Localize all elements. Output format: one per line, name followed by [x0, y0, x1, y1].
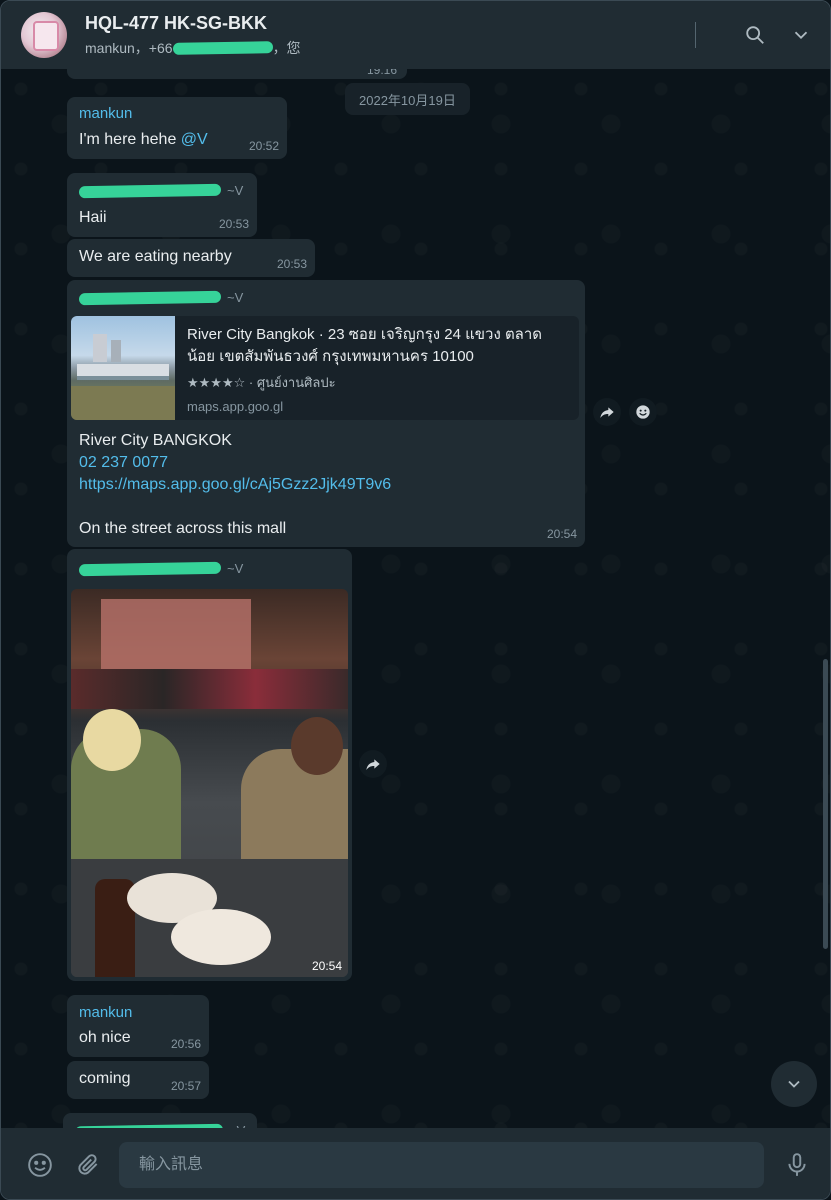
search-icon: [746, 26, 764, 44]
message-time: 20:57: [170, 1079, 201, 1093]
message-text: Haii: [79, 209, 107, 226]
participants-suffix: ，您: [272, 39, 301, 56]
header-actions: [695, 22, 814, 48]
sender-row: ~V: [78, 290, 244, 305]
message-text: oh nice: [79, 1029, 131, 1046]
forward-button[interactable]: [359, 750, 387, 778]
link-info: River City Bangkok · 23 ซอย เจริญกรุง 24…: [175, 316, 579, 420]
message-bubble[interactable]: coming 20:57: [67, 1061, 209, 1099]
message-text: River City BANGKOK 02 237 0077 https://m…: [79, 430, 391, 540]
message-bubble[interactable]: 19:16: [67, 69, 407, 79]
link-domain: maps.app.goo.gl: [187, 399, 284, 414]
message-bubble[interactable]: We are eating nearby 20:53: [67, 239, 315, 277]
search-button[interactable]: [742, 22, 768, 48]
mention-link[interactable]: @V: [181, 131, 208, 148]
message-time: 19:16: [366, 69, 397, 77]
link-rating: ★★★★☆ · ศูนย์งานศิลปะ: [187, 375, 336, 390]
message-line: River City BANGKOK: [79, 432, 232, 449]
chat-header: HQL-477 HK-SG-BKK mankun，+66 ，您: [1, 1, 830, 69]
app-window: HQL-477 HK-SG-BKK mankun，+66 ，您 19:16 20…: [0, 0, 831, 1200]
photo-attachment[interactable]: 20:54: [71, 589, 348, 977]
message-bubble[interactable]: ~V 20:54: [67, 549, 352, 981]
message-input[interactable]: [119, 1141, 764, 1188]
message-time: 20:52: [248, 139, 279, 153]
message-time: 20:53: [276, 257, 307, 271]
participants-prefix: mankun，+66: [85, 39, 173, 56]
message-text-body: I'm here hehe: [79, 131, 181, 148]
sender-name[interactable]: mankun: [79, 1004, 132, 1021]
redacted-phone: [172, 40, 273, 55]
message-text: We are eating nearby: [79, 248, 232, 265]
voice-button[interactable]: [782, 1150, 812, 1180]
sender-row: ~V: [78, 183, 244, 198]
forward-icon: [600, 407, 614, 418]
message-bubble[interactable]: ~V: [63, 1113, 257, 1128]
message-line: On the street across this mall: [79, 520, 287, 537]
emoji-icon: [28, 1152, 52, 1177]
emoji-button[interactable]: [25, 1150, 55, 1180]
phone-link[interactable]: 02 237 0077: [79, 452, 391, 474]
chevron-down-icon: [794, 31, 808, 40]
sender-suffix: ~V: [227, 183, 244, 198]
message-text: I'm here hehe @V: [79, 131, 208, 149]
header-divider: [695, 22, 696, 48]
attach-button[interactable]: [73, 1150, 103, 1180]
chevron-down-icon: [788, 1080, 800, 1088]
link-preview-card[interactable]: River City Bangkok · 23 ซอย เจริญกรุง 24…: [71, 316, 579, 420]
redacted-sender: [78, 561, 222, 576]
forward-icon: [366, 759, 380, 770]
redacted-sender: [78, 290, 222, 305]
message-bubble[interactable]: mankun I'm here hehe @V 20:52: [67, 97, 287, 159]
message-text: coming: [79, 1070, 131, 1087]
link-thumbnail: [71, 316, 175, 420]
message-bubble[interactable]: ~V Haii 20:53: [67, 173, 257, 237]
mic-icon: [788, 1152, 806, 1176]
redacted-sender: [78, 183, 222, 198]
chat-participants: mankun，+66 ，您: [85, 38, 695, 58]
scrollbar[interactable]: [823, 659, 828, 949]
avatar[interactable]: [21, 12, 67, 58]
chat-title: HQL-477 HK-SG-BKK: [85, 12, 268, 33]
message-time: 20:53: [218, 217, 249, 231]
forward-button[interactable]: [593, 398, 621, 426]
menu-button[interactable]: [788, 22, 814, 48]
sender-name[interactable]: mankun: [79, 105, 132, 122]
message-bubble[interactable]: mankun oh nice 20:56: [67, 995, 209, 1057]
link-title: River City Bangkok · 23 ซอย เจริญกรุง 24…: [187, 326, 543, 365]
sender-suffix: ~V: [227, 290, 244, 305]
message-bubble[interactable]: ~V River City Bangkok · 23 ซอย เจริญกรุง…: [67, 280, 585, 547]
message-list[interactable]: 19:16 2022年10月19日 mankun I'm here hehe @…: [1, 69, 830, 1128]
emoji-icon: [636, 405, 650, 419]
message-time: 20:56: [170, 1037, 201, 1051]
message-time: 20:54: [546, 527, 577, 541]
scroll-to-bottom-button[interactable]: [771, 1061, 817, 1107]
reaction-button[interactable]: [629, 398, 657, 426]
sender-row: ~V: [78, 561, 244, 576]
sender-suffix: ~V: [227, 561, 244, 576]
attach-icon: [78, 1153, 98, 1175]
chat-info[interactable]: HQL-477 HK-SG-BKK mankun，+66 ，您: [85, 13, 695, 58]
message-time: 20:54: [311, 959, 342, 973]
url-link[interactable]: https://maps.app.goo.gl/cAj5Gzz2Jjk49T9v…: [79, 474, 391, 496]
date-separator: 2022年10月19日: [345, 83, 470, 115]
composer-bar: [1, 1128, 830, 1199]
